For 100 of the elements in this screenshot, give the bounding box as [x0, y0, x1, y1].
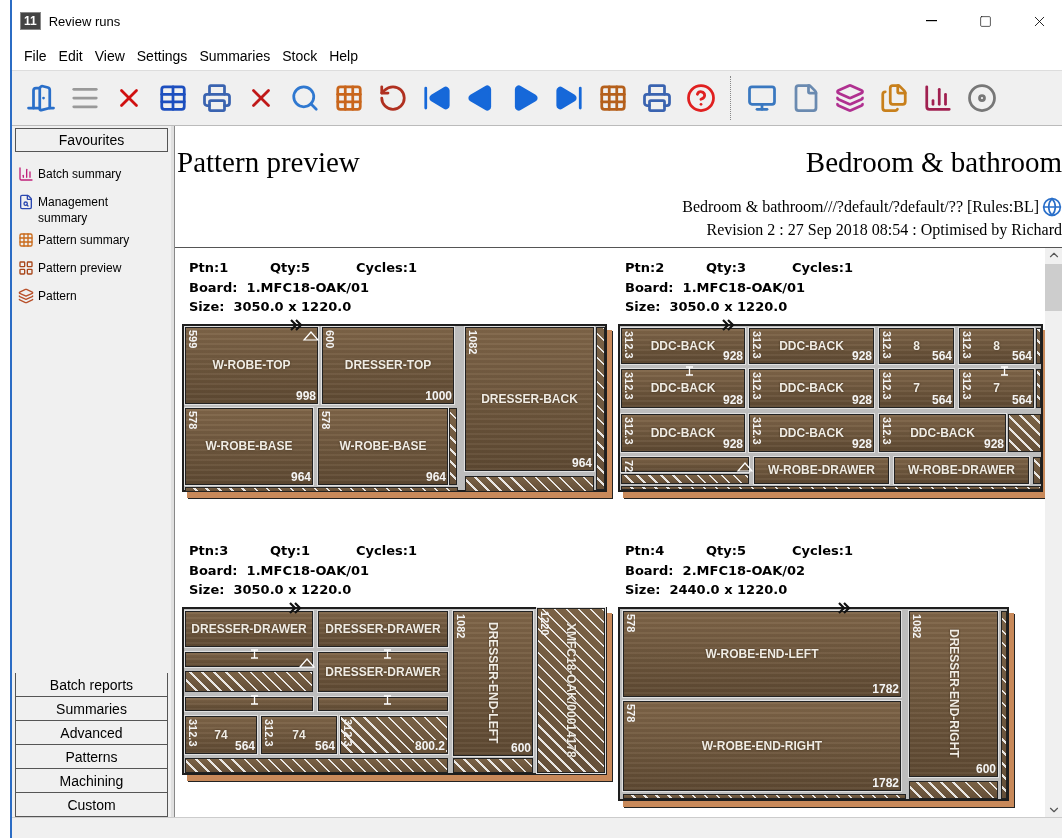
i-beam-icon — [384, 694, 391, 705]
help-icon — [686, 83, 716, 113]
sidebar-section-button[interactable]: Patterns — [15, 745, 168, 769]
pattern-cycles: Cycles:1 — [356, 542, 418, 560]
disc-icon — [967, 83, 997, 113]
triangle-icon — [737, 461, 753, 472]
piece-width-label: 312.3 — [751, 416, 762, 445]
piece-length-label: 928 — [722, 349, 743, 363]
sidebar-section-button[interactable]: Advanced — [15, 721, 168, 745]
piece-name-label: 7 — [993, 381, 1000, 395]
menu-item[interactable]: View — [88, 48, 131, 64]
sidebar-section-button[interactable]: Summaries — [15, 697, 168, 721]
piece-name-label: W-ROBE-END-LEFT — [705, 646, 819, 661]
i-beam-icon — [251, 648, 258, 659]
piece-name-label: DRESSER-BACK — [481, 391, 578, 406]
piece-width-label: 312.3 — [961, 371, 972, 400]
piece-width-label: 1082 — [467, 329, 478, 354]
scrollbar-thumb[interactable] — [1045, 264, 1062, 311]
pattern-number: Ptn:2 — [625, 259, 666, 277]
piece-name-label: DRESSER-DRAWER — [191, 621, 307, 636]
menu-item[interactable]: Edit — [52, 48, 89, 64]
double-chevron-icon — [838, 601, 850, 614]
printer-icon — [642, 83, 672, 113]
piece-width-label: 312.3 — [961, 330, 972, 359]
batch-title: Bedroom & bathroom — [805, 146, 1062, 179]
board-size: Size: 3050.0 x 1220.0 — [189, 581, 353, 599]
pattern-number: Ptn:3 — [189, 542, 230, 560]
menu-item[interactable]: Settings — [130, 48, 194, 64]
pattern-cycles: Cycles:1 — [792, 542, 854, 560]
pattern-cycles: Cycles:1 — [356, 259, 418, 277]
menu-item[interactable]: Stock — [276, 48, 324, 64]
piece-length-label: 928 — [722, 437, 743, 451]
piece-name-label: DDC-BACK — [650, 338, 716, 353]
favourites-header[interactable]: Favourites — [15, 128, 168, 152]
double-chevron-icon — [289, 601, 301, 614]
window-title: Review runs — [48, 13, 122, 29]
board-size: Size: 2440.0 x 1220.0 — [625, 581, 789, 599]
piece-name-label: 8 — [913, 338, 920, 353]
piece-length-label: 964 — [571, 456, 592, 470]
menu-item[interactable]: File — [18, 48, 53, 64]
piece-width-label: 72 — [623, 459, 634, 472]
piece-name-label: DRESSER-DRAWER — [325, 664, 441, 679]
piece-name-label: DDC-BACK — [650, 425, 716, 440]
sidebar-section-button[interactable]: Batch reports — [15, 673, 168, 697]
sidebar-section-button[interactable]: Custom — [15, 793, 168, 817]
piece-name-label: W-ROBE-BASE — [339, 439, 427, 453]
board-code: Board: 1.MFC18-OAK/01 — [189, 561, 371, 580]
i-beam-icon — [1001, 365, 1008, 376]
board-size: Size: 3050.0 x 1220.0 — [625, 298, 789, 316]
piece-width-label: 312.3 — [881, 371, 892, 400]
piece-width-label: 312.3 — [623, 371, 634, 400]
piece-width-label: 578 — [320, 410, 331, 429]
piece-name-label: W-ROBE-TOP — [212, 358, 291, 372]
piece-width-label: 1220 — [539, 610, 550, 635]
files-icon — [879, 83, 909, 113]
maximize-icon — [978, 14, 992, 28]
waste-area — [1036, 368, 1041, 408]
piece-name-label: 8 — [993, 338, 1000, 353]
menu-item[interactable]: Summaries — [193, 48, 277, 64]
sidebar-item[interactable]: Batch summary — [38, 166, 122, 182]
piece-length-label: 600 — [510, 741, 531, 755]
piece-length-label: 998 — [295, 389, 316, 403]
piece-name-label: 74 — [214, 727, 228, 742]
piece-name-label: DDC-BACK — [779, 425, 844, 440]
piece-length-label: 964 — [290, 470, 311, 484]
double-chevron-icon — [290, 318, 302, 331]
piece-name-label: DRESSER-DRAWER — [325, 621, 441, 636]
sidebar-item[interactable]: Pattern — [38, 288, 77, 304]
piece-width-label: 312.3 — [881, 330, 892, 359]
batch-path-text: Bedroom & bathroom///?default/?default/?? [Rules:BL] — [682, 198, 1039, 216]
piece-length-label: 1782 — [872, 776, 899, 790]
piece-width-label: 312.3 — [342, 718, 353, 747]
piece-name-label: DDC-BACK — [779, 338, 844, 353]
grid-icon — [598, 83, 628, 113]
piece-name-label: 7 — [913, 381, 920, 395]
search-icon — [290, 83, 320, 113]
piece-width-label: 312.3 — [751, 330, 762, 359]
scrollbar[interactable] — [1045, 248, 1062, 817]
sidebar-item[interactable]: Management summary — [38, 194, 148, 226]
waste-area — [1036, 327, 1041, 364]
printer-icon — [202, 83, 232, 113]
sidebar-item[interactable]: Pattern summary — [38, 232, 130, 248]
i-beam-icon — [686, 365, 693, 376]
i-beam-icon — [384, 648, 391, 659]
piece-width-label: 312.3 — [881, 416, 892, 445]
piece-width-label: 578 — [625, 613, 636, 632]
menu-item[interactable]: Help — [323, 48, 364, 64]
piece-length-label: 564 — [314, 739, 335, 753]
sidebar-item[interactable]: Pattern preview — [38, 260, 122, 276]
sidebar-section-button[interactable]: Machining — [15, 769, 168, 793]
piece-length-label: 964 — [425, 470, 446, 484]
piece-name-label: DRESSER-END-RIGHT — [946, 629, 961, 758]
pattern-quantity: Qty:5 — [706, 542, 747, 560]
piece-length-label: 564 — [931, 349, 952, 363]
globe-icon[interactable] — [1042, 197, 1062, 217]
board-code: Board: 1.MFC18-OAK/01 — [189, 278, 371, 297]
piece-name-label: DRESSER-END-LEFT — [486, 622, 500, 744]
triangle-icon — [303, 330, 319, 341]
minimize-icon — [925, 20, 937, 22]
piece-length-label: 564 — [234, 739, 255, 753]
